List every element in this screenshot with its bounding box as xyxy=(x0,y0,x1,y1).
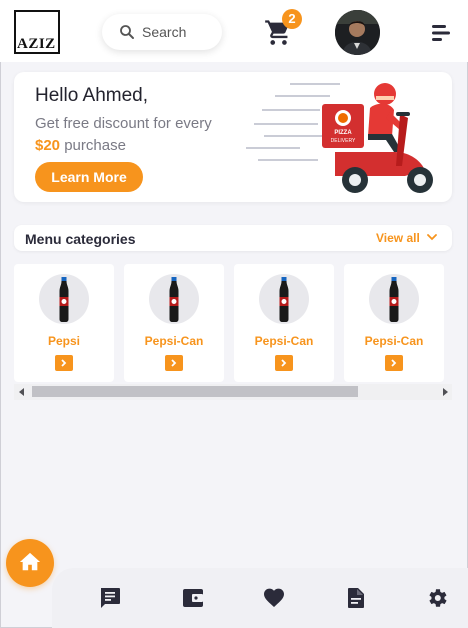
category-card[interactable]: Pepsi-Can xyxy=(344,264,444,382)
menu-categories-header: Menu categories View all xyxy=(14,225,452,251)
chevron-right-icon xyxy=(61,359,67,367)
category-open-button[interactable] xyxy=(275,355,293,371)
pepsi-bottle-image xyxy=(59,277,69,322)
carousel-scrollbar[interactable] xyxy=(14,384,452,400)
chevron-right-icon xyxy=(391,359,397,367)
category-name: Pepsi xyxy=(47,334,80,348)
chat-icon[interactable] xyxy=(98,586,122,610)
heart-icon[interactable] xyxy=(262,586,286,610)
document-icon[interactable] xyxy=(344,586,368,610)
delivery-scooter-illustration: PIZZA DELIVERY xyxy=(246,83,433,193)
search-input[interactable]: Search xyxy=(102,14,222,50)
logo-text: AZIZ xyxy=(17,36,56,52)
chevron-right-icon xyxy=(171,359,177,367)
avatar-photo xyxy=(335,10,380,55)
learn-more-button[interactable]: Learn More xyxy=(35,162,143,192)
category-open-button[interactable] xyxy=(165,355,183,371)
search-icon xyxy=(120,25,134,39)
menu-icon[interactable] xyxy=(430,24,450,42)
search-placeholder: Search xyxy=(142,24,187,40)
promo-amount: $20 xyxy=(35,137,61,154)
chevron-right-icon xyxy=(281,359,287,367)
top-header: AZIZ Search 2 xyxy=(0,0,468,62)
brand-logo[interactable]: AZIZ xyxy=(14,10,60,54)
categories-title: Menu categories xyxy=(25,231,136,247)
promo-subtitle: Get free discount for every xyxy=(35,115,212,132)
cart-count-badge: 2 xyxy=(282,9,302,29)
promo-amount-suffix: purchase xyxy=(60,137,126,154)
category-name: Pepsi-Can xyxy=(254,334,314,348)
pepsi-bottle-image xyxy=(169,277,179,322)
category-name: Pepsi-Can xyxy=(364,334,424,348)
bottom-nav-bar xyxy=(52,568,468,628)
chevron-down-icon[interactable] xyxy=(427,233,437,241)
category-card[interactable]: Pepsi-Can xyxy=(124,264,224,382)
category-card[interactable]: Pepsi xyxy=(14,264,114,382)
illustration-brand-text: PIZZA xyxy=(334,130,352,136)
pepsi-bottle-image xyxy=(389,277,399,322)
promo-amount-line: $20 purchase xyxy=(35,137,126,154)
scroll-right-arrow-icon[interactable] xyxy=(442,388,448,396)
avatar[interactable] xyxy=(335,10,380,55)
home-icon xyxy=(19,552,41,571)
home-button[interactable] xyxy=(6,539,54,587)
gear-icon[interactable] xyxy=(425,586,449,610)
category-card[interactable]: Pepsi-Can xyxy=(234,264,334,382)
category-open-button[interactable] xyxy=(385,355,403,371)
category-open-button[interactable] xyxy=(55,355,73,371)
wallet-icon[interactable] xyxy=(181,586,205,610)
category-name: Pepsi-Can xyxy=(144,334,204,348)
pepsi-bottle-image xyxy=(279,277,289,322)
view-all-link[interactable]: View all xyxy=(376,231,420,245)
greeting-heading: Hello Ahmed, xyxy=(35,85,149,106)
scroll-left-arrow-icon[interactable] xyxy=(19,388,25,396)
category-carousel[interactable]: Pepsi Pepsi-Can Pepsi-Can Pepsi-Can xyxy=(14,264,452,384)
illustration-label-text: DELIVERY xyxy=(331,138,356,144)
scrollbar-thumb[interactable] xyxy=(32,386,358,397)
promo-banner: Hello Ahmed, Get free discount for every… xyxy=(14,72,452,202)
